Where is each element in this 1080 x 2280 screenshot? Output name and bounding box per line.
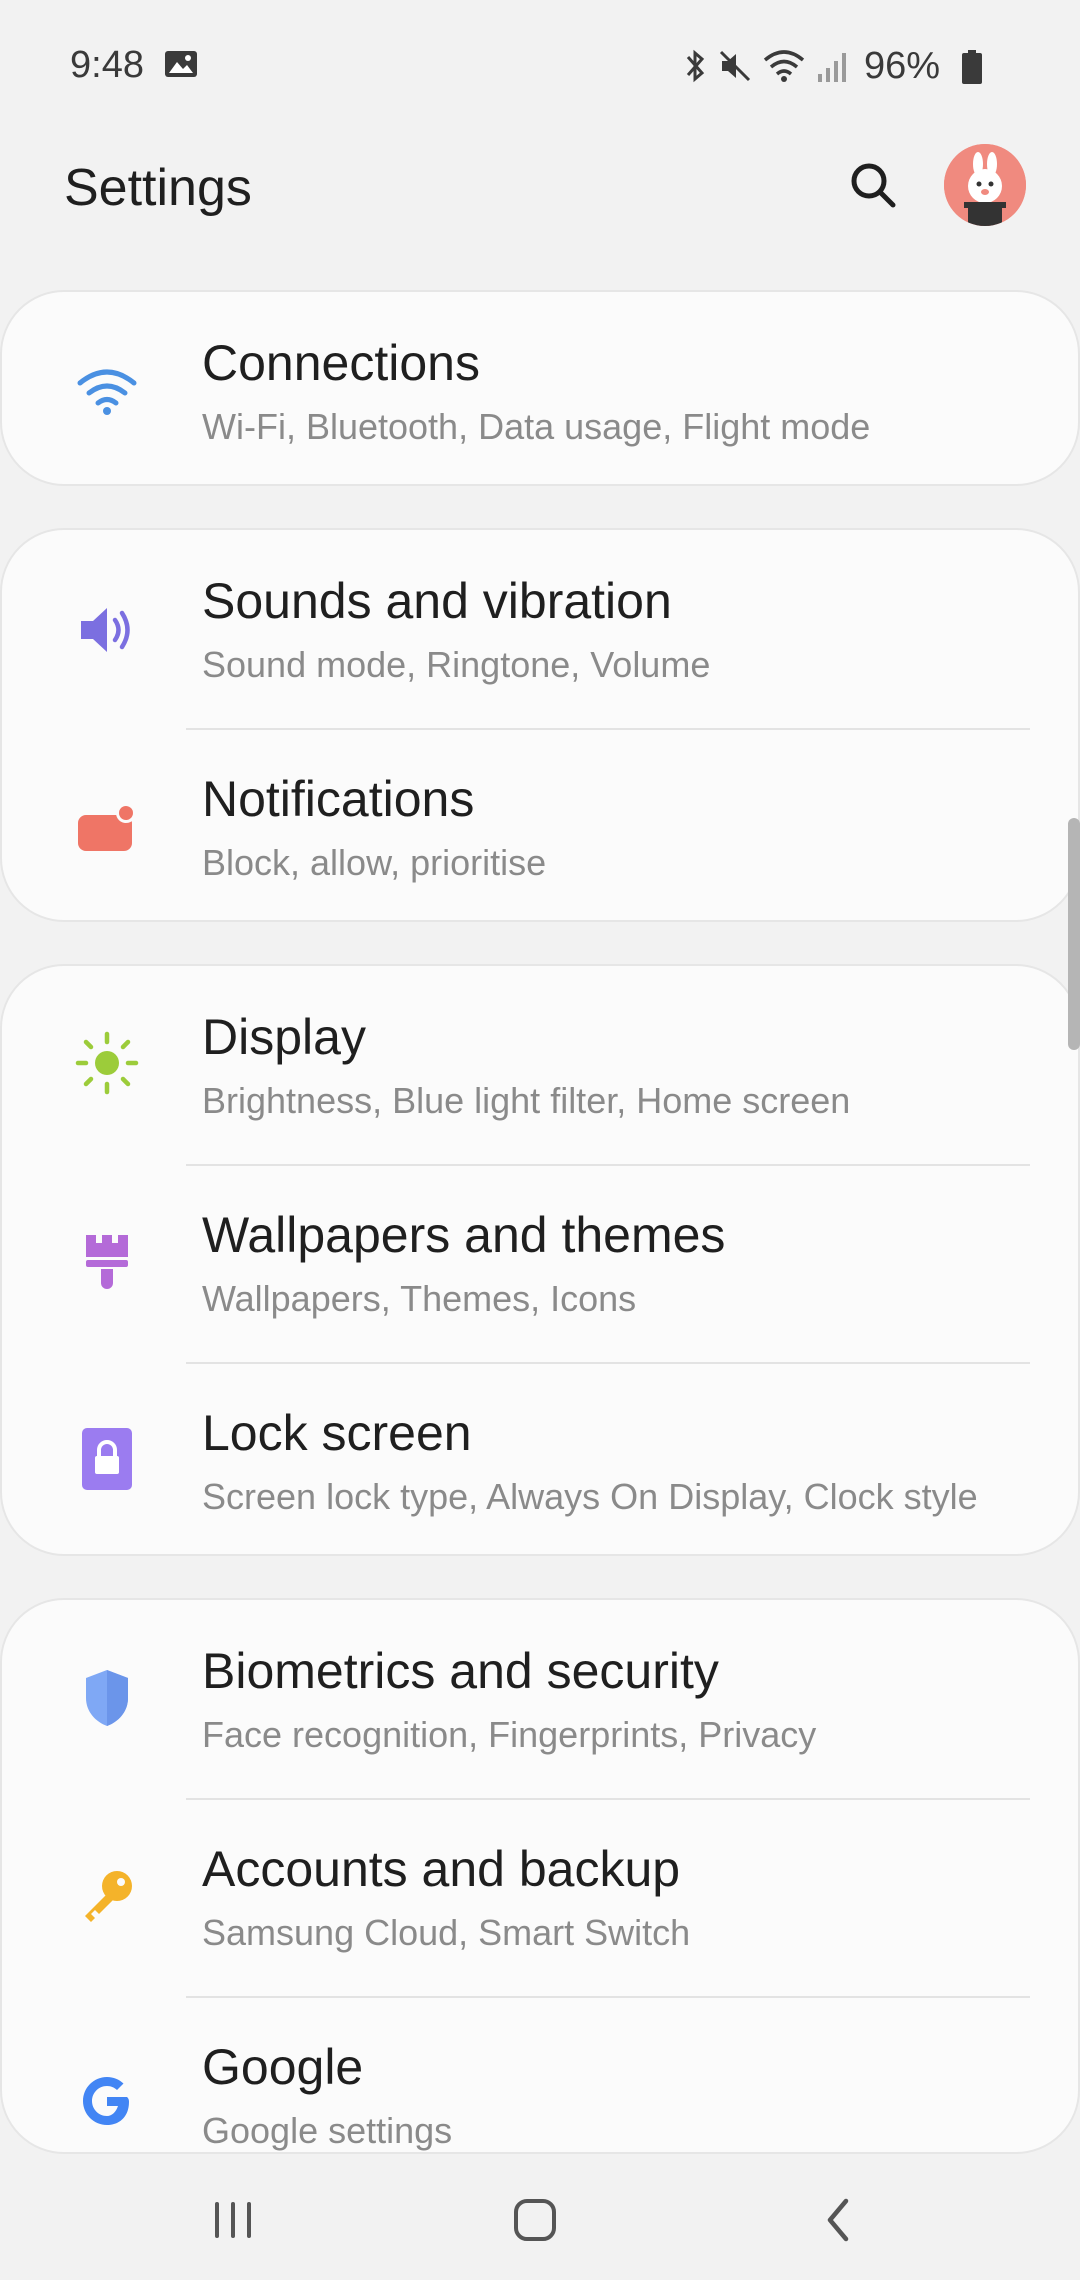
- notification-icon: [72, 800, 142, 856]
- item-subtitle: Wi-Fi, Bluetooth, Data usage, Flight mod…: [202, 406, 871, 447]
- mute-icon: [719, 50, 750, 82]
- settings-group-security: Biometrics and security Face recognition…: [0, 1598, 1080, 2154]
- bluetooth-icon: [686, 49, 705, 83]
- status-bar: 9:48 96%: [0, 0, 1080, 130]
- settings-item-display[interactable]: Display Brightness, Blue light filter, H…: [2, 966, 1078, 1164]
- search-button[interactable]: [840, 152, 906, 218]
- settings-item-accounts[interactable]: Accounts and backup Samsung Cloud, Smart…: [2, 1798, 1078, 1996]
- search-icon: [851, 163, 896, 208]
- speaker-icon: [72, 602, 142, 658]
- settings-group-display: Display Brightness, Blue light filter, H…: [0, 964, 1080, 1556]
- navigation-bar: [0, 2160, 1080, 2280]
- scrollbar[interactable]: [1068, 818, 1080, 1050]
- item-subtitle: Brightness, Blue light filter, Home scre…: [202, 1080, 851, 1121]
- divider: [186, 1362, 1030, 1364]
- settings-group-sound-notifications: Sounds and vibration Sound mode, Rington…: [0, 528, 1080, 922]
- divider: [186, 1164, 1030, 1166]
- page-title: Settings: [64, 159, 252, 217]
- divider: [186, 1798, 1030, 1800]
- wifi-icon: [72, 364, 142, 420]
- wifi-icon: [763, 50, 805, 82]
- rabbit-avatar-icon: [944, 144, 1026, 226]
- google-icon: [72, 2068, 142, 2125]
- item-subtitle: Block, allow, prioritise: [202, 842, 547, 883]
- item-subtitle: Screen lock type, Always On Display, Clo…: [202, 1476, 978, 1517]
- home-button[interactable]: [495, 2188, 575, 2252]
- settings-item-biometrics[interactable]: Biometrics and security Face recognition…: [2, 1600, 1078, 1798]
- settings-item-google[interactable]: Google Google settings: [2, 1996, 1078, 2152]
- item-subtitle: Sound mode, Ringtone, Volume: [202, 644, 711, 685]
- settings-item-wallpapers[interactable]: Wallpapers and themes Wallpapers, Themes…: [2, 1164, 1078, 1362]
- settings-item-notifications[interactable]: Notifications Block, allow, prioritise: [2, 728, 1078, 920]
- recents-icon: [215, 2202, 251, 2238]
- battery-icon: [962, 50, 982, 84]
- settings-item-lock-screen[interactable]: Lock screen Screen lock type, Always On …: [2, 1362, 1078, 1554]
- item-subtitle: Samsung Cloud, Smart Switch: [202, 1912, 691, 1953]
- item-subtitle: Google settings: [202, 2110, 453, 2151]
- divider: [186, 1996, 1030, 1998]
- item-title: Display: [202, 1009, 366, 1065]
- divider: [186, 728, 1030, 730]
- item-title: Google: [202, 2039, 364, 2095]
- item-title: Lock screen: [202, 1405, 472, 1461]
- settings-group-connections: Connections Wi-Fi, Bluetooth, Data usage…: [0, 290, 1080, 486]
- back-icon: [827, 2198, 849, 2242]
- battery-percent: 96%: [863, 44, 940, 87]
- status-icons: 96%: [682, 44, 940, 88]
- item-title: Sounds and vibration: [202, 573, 672, 629]
- home-icon: [514, 2199, 556, 2241]
- lock-icon: [72, 1428, 142, 1490]
- item-title: Connections: [202, 335, 480, 391]
- back-button[interactable]: [797, 2188, 877, 2252]
- key-icon: [72, 1870, 142, 1926]
- item-subtitle: Wallpapers, Themes, Icons: [202, 1278, 637, 1319]
- item-title: Accounts and backup: [202, 1841, 681, 1897]
- recents-button[interactable]: [193, 2188, 273, 2252]
- paintbrush-icon: [72, 1235, 142, 1292]
- brightness-icon: [72, 1031, 142, 1095]
- item-title: Biometrics and security: [202, 1643, 719, 1699]
- signal-icon: [817, 53, 846, 82]
- gallery-icon: [165, 51, 197, 77]
- profile-avatar[interactable]: [944, 144, 1026, 226]
- settings-item-sounds[interactable]: Sounds and vibration Sound mode, Rington…: [2, 530, 1078, 728]
- item-title: Wallpapers and themes: [202, 1207, 726, 1263]
- shield-icon: [72, 1670, 142, 1728]
- settings-item-connections[interactable]: Connections Wi-Fi, Bluetooth, Data usage…: [2, 292, 1078, 484]
- item-title: Notifications: [202, 771, 475, 827]
- item-subtitle: Face recognition, Fingerprints, Privacy: [202, 1714, 817, 1755]
- status-time: 9:48: [70, 44, 144, 86]
